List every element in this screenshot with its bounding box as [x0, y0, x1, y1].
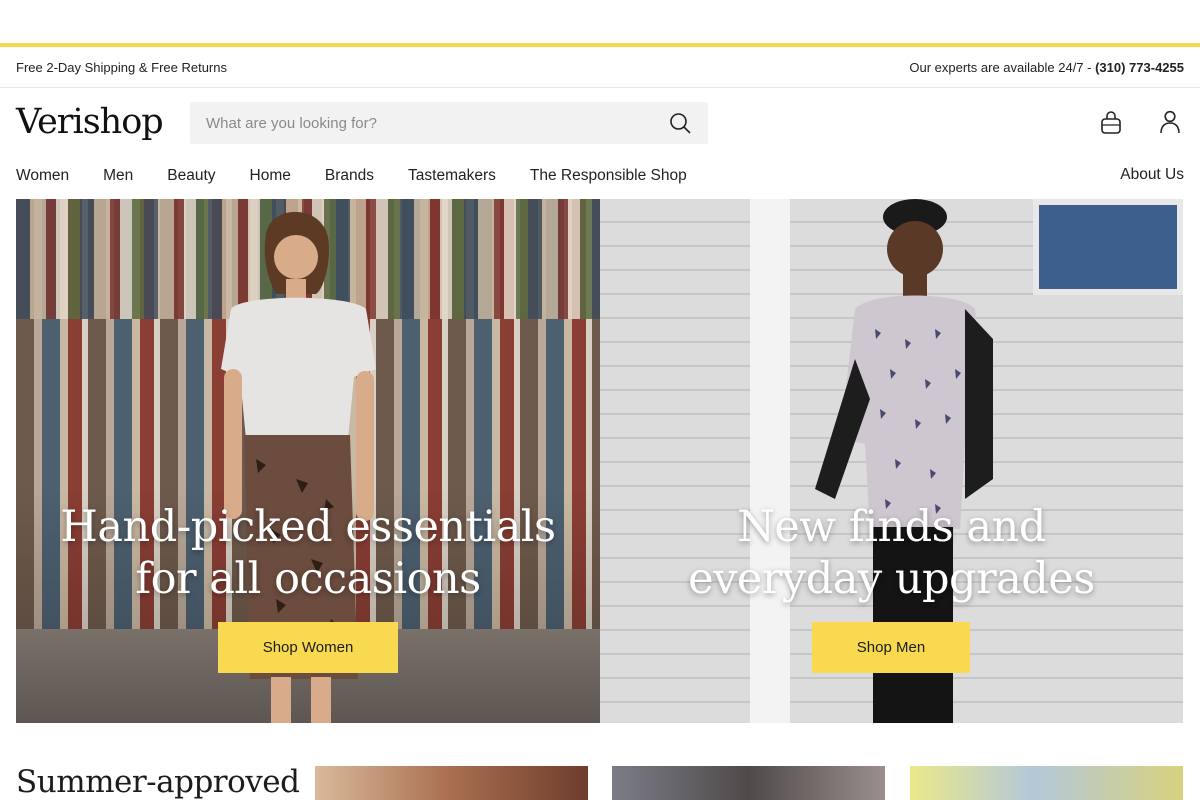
user-icon[interactable]: [1158, 109, 1182, 135]
nav-item-responsible-shop[interactable]: The Responsible Shop: [530, 167, 687, 185]
nav-item-men[interactable]: Men: [103, 167, 133, 185]
shipping-promo: Free 2-Day Shipping & Free Returns: [16, 59, 227, 75]
experts-text: Our experts are available 24/7 -: [909, 59, 1096, 75]
nav-item-home[interactable]: Home: [250, 167, 291, 185]
product-thumbnail[interactable]: [315, 766, 588, 800]
nav-item-brands[interactable]: Brands: [325, 167, 374, 185]
hero-title-men-line2: everyday upgrades: [688, 554, 1095, 604]
page-top-spacer: [0, 0, 1200, 43]
search-bar: [190, 102, 708, 144]
main-nav: Women Men Beauty Home Brands Tastemakers…: [0, 158, 1200, 194]
product-thumbnail[interactable]: [910, 766, 1183, 800]
search-input[interactable]: [206, 114, 668, 132]
nav-item-tastemakers[interactable]: Tastemakers: [408, 167, 496, 185]
shopping-bag-icon[interactable]: [1099, 110, 1123, 136]
hero-banner: Hand-picked essentials for all occasions…: [16, 199, 1183, 723]
promo-bar: Free 2-Day Shipping & Free Returns Our e…: [0, 47, 1200, 88]
site-header: Verishop: [0, 88, 1200, 158]
nav-item-beauty[interactable]: Beauty: [167, 167, 215, 185]
hero-title-men-line1: New finds and: [737, 502, 1046, 552]
hero-panel-men[interactable]: New finds and everyday upgrades Shop Men: [600, 199, 1183, 723]
section-title: Summer-approved: [16, 764, 300, 800]
hero-panel-women[interactable]: Hand-picked essentials for all occasions…: [16, 199, 600, 723]
hero-title-women-line1: Hand-picked essentials: [60, 502, 556, 552]
product-thumbnail[interactable]: [612, 766, 885, 800]
nav-item-about-us[interactable]: About Us: [1120, 166, 1184, 184]
experts-contact: Our experts are available 24/7 - (310) 7…: [909, 60, 1184, 75]
window-image: [1033, 199, 1183, 295]
hero-title-women: Hand-picked essentials for all occasions: [16, 501, 600, 605]
hero-title-men: New finds and everyday upgrades: [600, 501, 1183, 605]
shop-men-button[interactable]: Shop Men: [812, 622, 970, 673]
summer-section: Summer-approved: [0, 723, 1200, 800]
phone-link[interactable]: (310) 773-4255: [1095, 60, 1184, 75]
wall-pillar-image: [750, 199, 790, 723]
search-icon[interactable]: [668, 111, 692, 135]
hero-title-women-line2: for all occasions: [135, 554, 481, 604]
shop-women-button[interactable]: Shop Women: [218, 622, 398, 673]
site-logo[interactable]: Verishop: [16, 102, 164, 142]
nav-item-women[interactable]: Women: [16, 167, 69, 185]
